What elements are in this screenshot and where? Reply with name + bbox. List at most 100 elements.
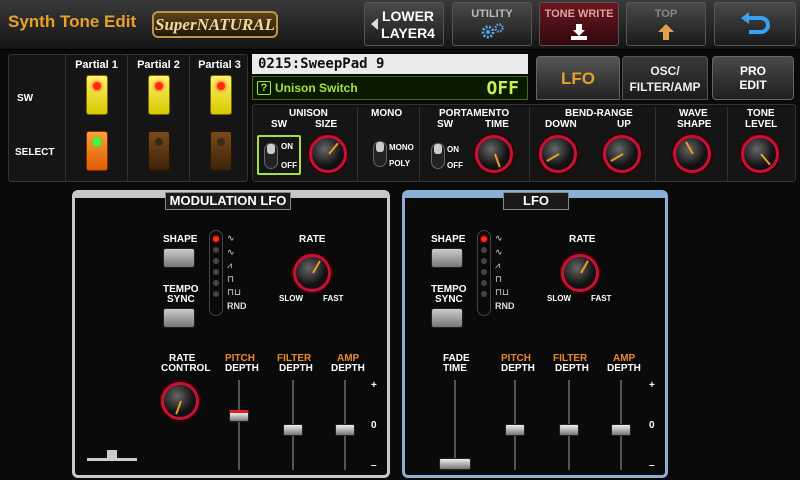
unison-off-label: OFF bbox=[281, 161, 297, 170]
unison-on-label: ON bbox=[281, 142, 293, 151]
tone-write-button[interactable]: TONE WRITE bbox=[539, 2, 619, 46]
pitch-bend-lever-icon bbox=[87, 450, 137, 464]
mod-filter-depth-slider[interactable] bbox=[273, 380, 313, 470]
partial-3-sw-led bbox=[217, 82, 225, 90]
lfo-section: LFO SHAPE TEMPO SYNC ∿ ∿ ⩘ ⊓ ⊓⊔ RND RATE… bbox=[402, 190, 668, 478]
mod-tempo-sync-button[interactable] bbox=[163, 308, 195, 328]
mono-small-label: MONO bbox=[389, 143, 414, 152]
top-label: TOP bbox=[654, 8, 678, 20]
partial-2-select-button[interactable] bbox=[148, 131, 170, 171]
mono-label: MONO bbox=[371, 108, 403, 119]
wave-shape-knob[interactable] bbox=[673, 135, 711, 173]
portamento-time-knob[interactable] bbox=[475, 135, 513, 173]
unison-size-knob[interactable] bbox=[309, 135, 347, 173]
partial-2-label: Partial 2 bbox=[137, 59, 180, 71]
lfo-triangle-wave-icon: ∿ bbox=[495, 246, 503, 257]
modulation-lfo-section: MODULATION LFO SHAPE TEMPO SYNC ∿ ∿ ⩘ ⊓ … bbox=[72, 190, 390, 478]
unison-label: UNISON bbox=[289, 108, 328, 119]
portamento-sw-label: SW bbox=[437, 119, 454, 130]
back-button[interactable] bbox=[714, 2, 796, 46]
partial-3-select-button[interactable] bbox=[210, 131, 232, 171]
lfo-shape-button[interactable] bbox=[431, 248, 463, 268]
lfo-minus-label: – bbox=[649, 460, 655, 471]
unison-size-label: SIZE bbox=[315, 119, 338, 130]
lfo-fade-time-slider[interactable] bbox=[435, 380, 475, 470]
partial-3-sw-button[interactable] bbox=[210, 75, 232, 115]
partial-1-sw-button[interactable] bbox=[86, 75, 108, 115]
mod-pitch-depth-label: DEPTH bbox=[225, 363, 259, 374]
param-value: OFF bbox=[486, 78, 519, 99]
lfo-amp-depth-label: DEPTH bbox=[607, 363, 641, 374]
mod-fast-label: FAST bbox=[323, 294, 344, 303]
utility-button[interactable]: UTILITY bbox=[452, 2, 532, 46]
mod-shape-label: SHAPE bbox=[163, 234, 198, 245]
tone-label: TONE bbox=[747, 108, 775, 119]
partial-2-sw-button[interactable] bbox=[148, 75, 170, 115]
mod-rate-knob[interactable] bbox=[293, 254, 331, 292]
tone-level-knob[interactable] bbox=[741, 135, 779, 173]
tone-name-display[interactable]: 0215:SweepPad 9 bbox=[252, 54, 528, 74]
mod-shape-button[interactable] bbox=[163, 248, 195, 268]
bend-up-knob[interactable] bbox=[603, 135, 641, 173]
layer-button[interactable]: LOWER LAYER4 bbox=[364, 2, 444, 46]
lfo-sine-wave-icon: ∿ bbox=[495, 233, 503, 243]
partial-2-column: Partial 2 bbox=[127, 55, 189, 181]
app-title: Synth Tone Edit bbox=[8, 12, 137, 31]
lfo-shape-leds bbox=[477, 230, 491, 316]
lfo-filter-depth-slider[interactable] bbox=[549, 380, 589, 470]
lfo-filter-depth-label: DEPTH bbox=[555, 363, 589, 374]
portamento-sw-toggle[interactable] bbox=[431, 143, 445, 169]
mod-amp-depth-slider[interactable] bbox=[325, 380, 365, 470]
tab-osc-filter-amp[interactable]: OSC/ FILTER/AMP bbox=[622, 56, 708, 100]
tone-write-label: TONE WRITE bbox=[544, 8, 614, 20]
lfo-zero-label: 0 bbox=[649, 420, 655, 431]
lfo-rate-label: RATE bbox=[569, 234, 596, 245]
mod-slow-label: SLOW bbox=[279, 294, 303, 303]
lfo-tempo-sync-button[interactable] bbox=[431, 308, 463, 328]
portamento-label: PORTAMENTO bbox=[439, 108, 510, 119]
mod-minus-label: – bbox=[371, 460, 377, 471]
mod-rnd-label: RND bbox=[227, 300, 247, 311]
unison-sw-lever bbox=[264, 143, 278, 169]
param-display: ? Unison Switch OFF bbox=[252, 76, 528, 100]
portamento-time-label: TIME bbox=[485, 119, 509, 130]
shape-label: SHAPE bbox=[677, 119, 712, 130]
sw-row-label: SW bbox=[17, 93, 34, 104]
rate-control-knob[interactable] bbox=[161, 382, 199, 420]
tab-osc-line1: OSC/ bbox=[650, 64, 680, 78]
lfo-shape-label: SHAPE bbox=[431, 234, 466, 245]
lfo-amp-depth-slider[interactable] bbox=[601, 380, 641, 470]
common-params-panel: UNISON SW SIZE ON OFF MONO MONO POLY POR… bbox=[252, 104, 796, 182]
unison-sw-toggle[interactable]: ON OFF bbox=[257, 135, 301, 175]
mod-plus-label: + bbox=[371, 380, 377, 391]
square-wave-icon: ⊓ bbox=[227, 273, 235, 284]
partial-1-select-led bbox=[93, 138, 101, 146]
bend-range-label: BEND-RANGE bbox=[565, 108, 633, 119]
sine-wave-icon: ∿ bbox=[227, 233, 235, 243]
mod-rate-label: RATE bbox=[299, 234, 326, 245]
mono-poly-toggle[interactable] bbox=[373, 141, 387, 167]
pro-edit-button[interactable]: PRO EDIT bbox=[712, 56, 794, 100]
partial-1-label: Partial 1 bbox=[75, 59, 118, 71]
mod-zero-label: 0 bbox=[371, 420, 377, 431]
mod-sync-label: SYNC bbox=[167, 294, 195, 305]
poly-small-label: POLY bbox=[389, 159, 411, 168]
lfo-pitch-depth-slider[interactable] bbox=[495, 380, 535, 470]
mod-pitch-depth-slider[interactable] bbox=[219, 380, 259, 470]
help-icon[interactable]: ? bbox=[257, 81, 271, 95]
partials-panel: SW SELECT Partial 1 Partial 2 Partial 3 bbox=[8, 54, 248, 182]
sh-wave-icon: ⊓⊔ bbox=[227, 287, 242, 297]
gear-icon bbox=[481, 23, 504, 39]
rate-control-label2: CONTROL bbox=[161, 363, 211, 374]
tab-lfo[interactable]: LFO bbox=[536, 56, 620, 100]
partial-2-select-led bbox=[155, 138, 163, 146]
top-button[interactable]: TOP bbox=[626, 2, 706, 46]
bend-down-knob[interactable] bbox=[539, 135, 577, 173]
mod-filter-depth-label: DEPTH bbox=[279, 363, 313, 374]
porta-off-label: OFF bbox=[447, 161, 463, 170]
lfo-square-wave-icon: ⊓ bbox=[495, 273, 503, 284]
lfo-rate-knob[interactable] bbox=[561, 254, 599, 292]
mod-shape-leds bbox=[209, 230, 223, 316]
unison-sw-label: SW bbox=[271, 119, 288, 130]
partial-1-select-button[interactable] bbox=[86, 131, 108, 171]
